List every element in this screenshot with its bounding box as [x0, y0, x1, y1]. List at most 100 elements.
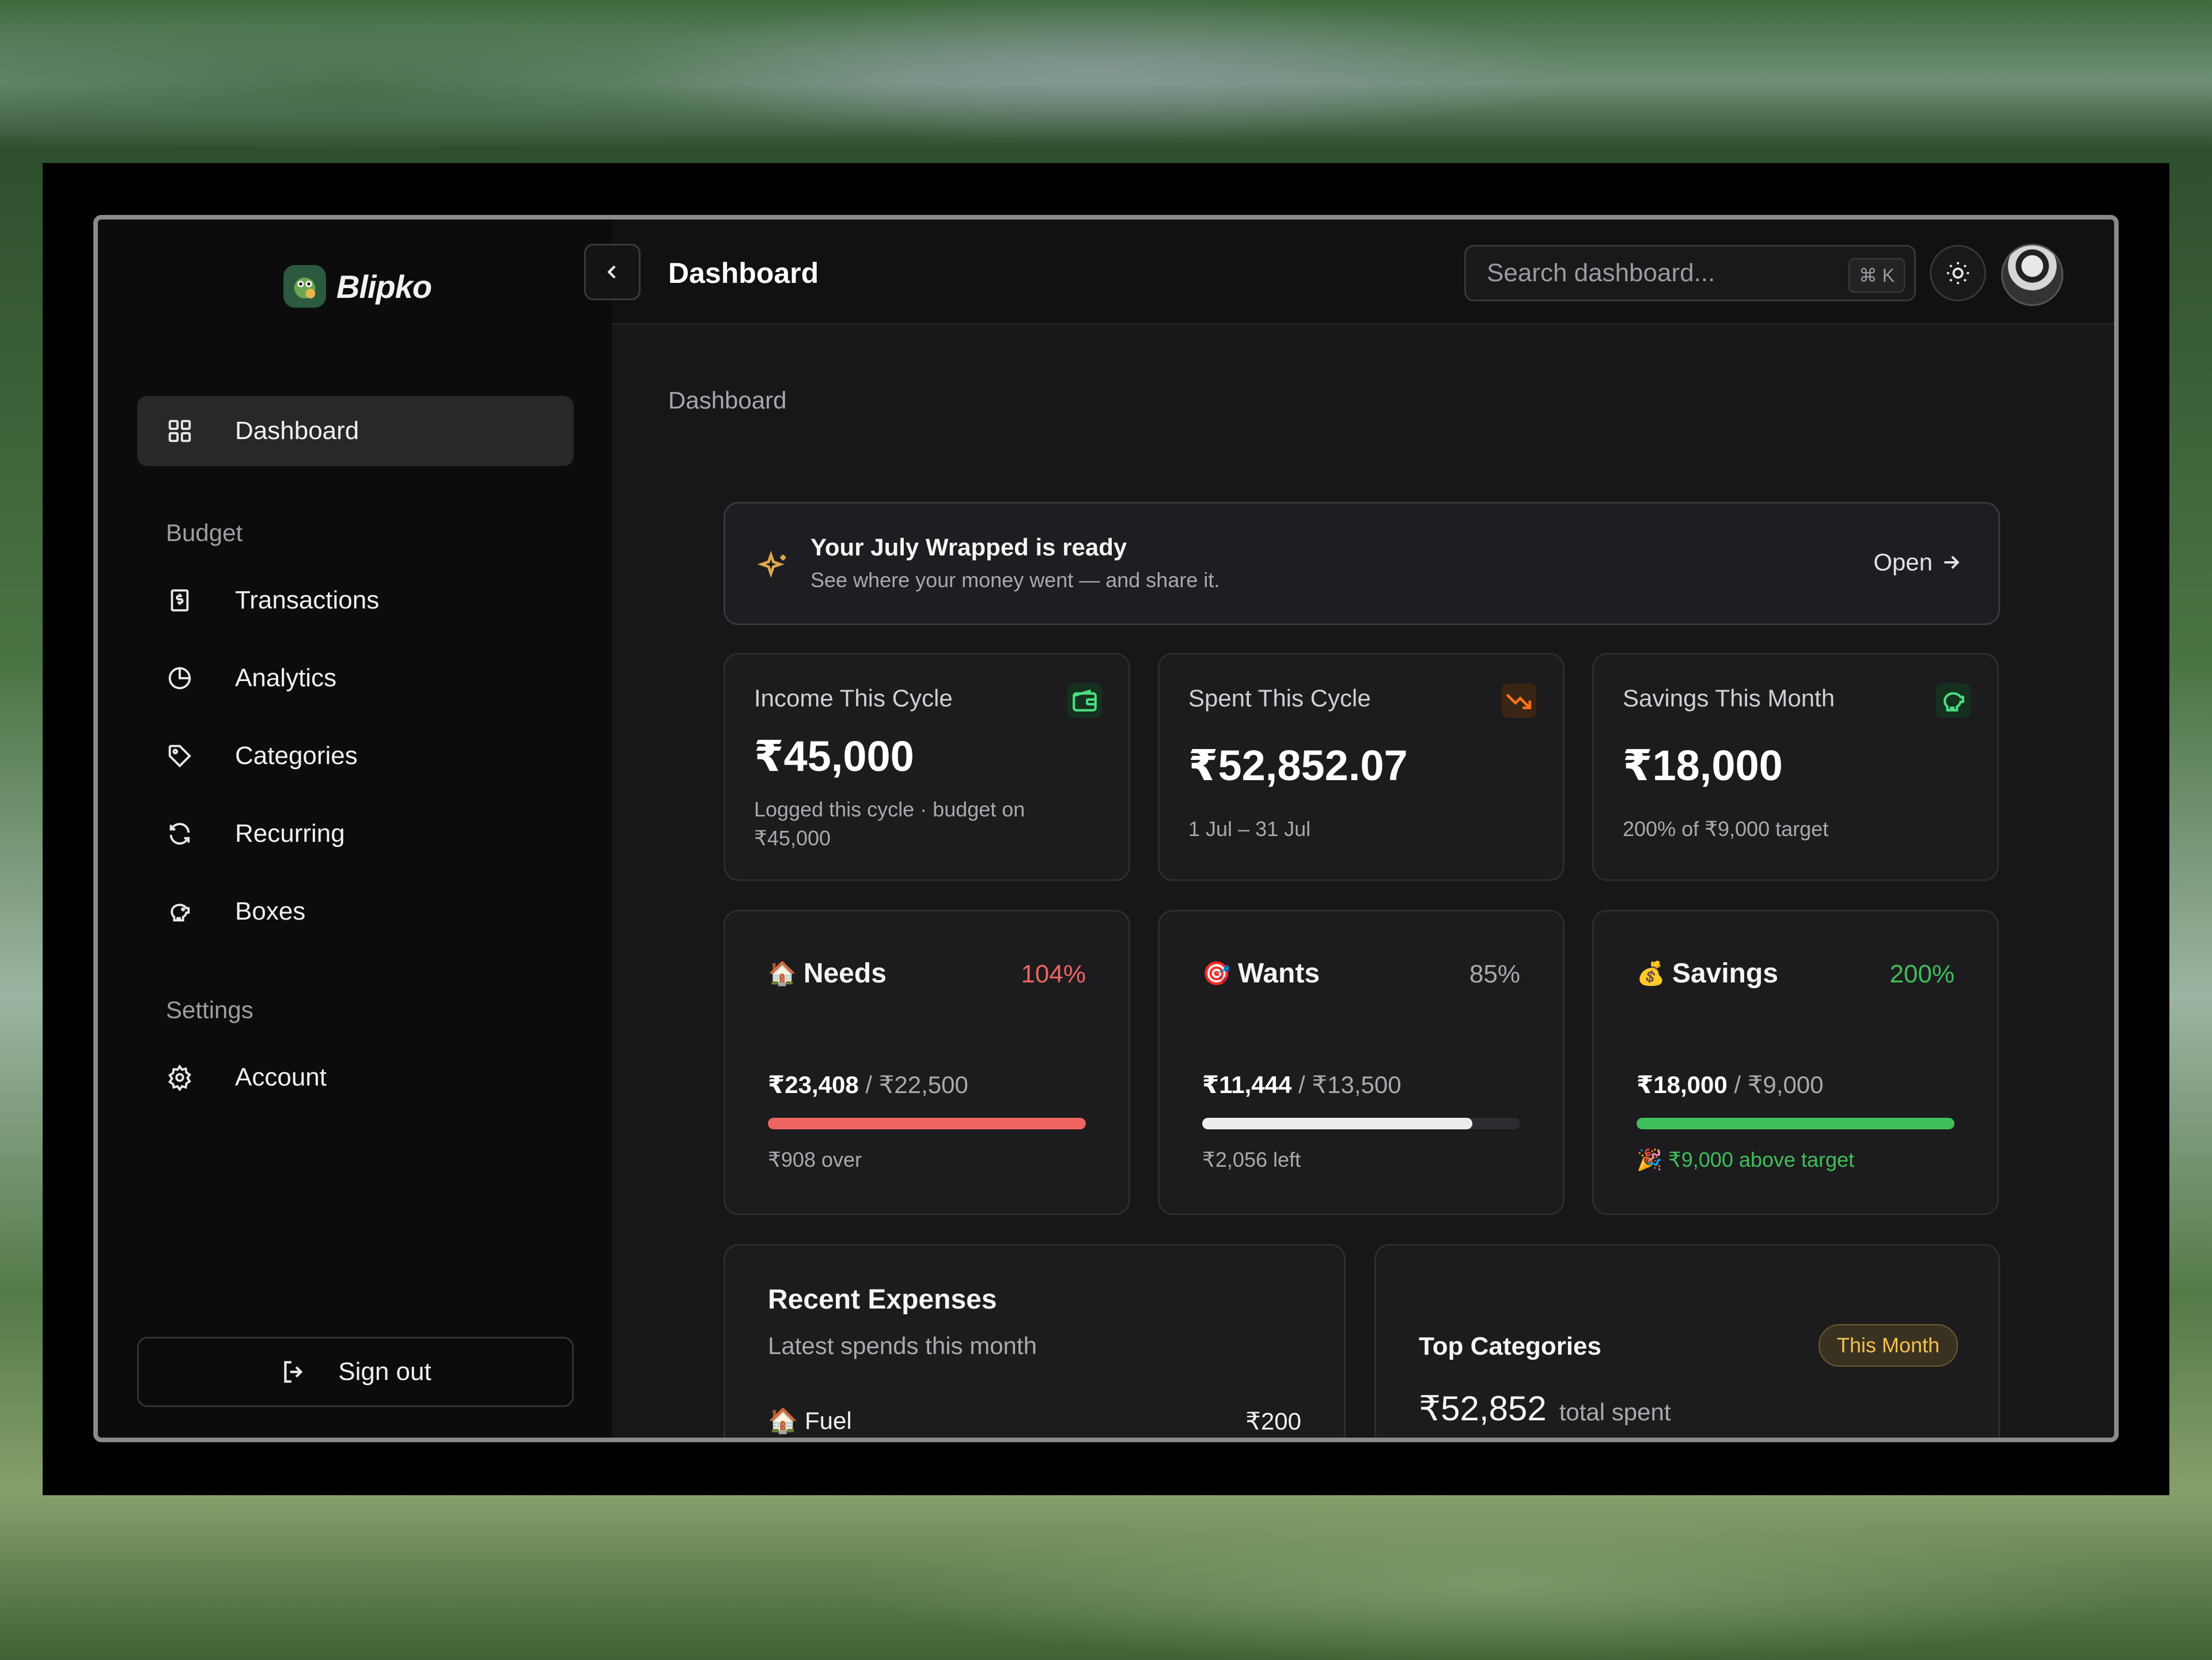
section-label-budget: Budget [166, 519, 243, 546]
sidebar-item-label: Recurring [235, 819, 345, 848]
chevron-left-icon [607, 265, 616, 279]
sidebar-item-label: Dashboard [235, 417, 359, 445]
budget-note-text: ₹9,000 above target [1668, 1148, 1854, 1171]
grid-icon [166, 417, 194, 445]
sidebar-item-dashboard[interactable]: Dashboard [137, 396, 574, 466]
stat-note: 1 Jul – 31 Jul [1188, 817, 1311, 841]
budget-progress-bar [768, 1118, 1086, 1129]
sparkles-icon [757, 551, 786, 578]
stat-title: Income This Cycle [754, 685, 953, 712]
refresh-icon [166, 820, 194, 848]
budget-limit: ₹22,500 [878, 1071, 968, 1098]
app-window: Blipko Dashboard Budget Transactions Ana… [93, 215, 2119, 1442]
expense-name-group: 🏠 Fuel [768, 1407, 852, 1435]
sidebar: Blipko Dashboard Budget Transactions Ana… [98, 220, 612, 1438]
wants-budget-card[interactable]: 🎯 Wants 85% ₹11,444 / ₹13,500 ₹2,056 lef… [1158, 910, 1565, 1215]
period-badge[interactable]: This Month [1818, 1324, 1958, 1367]
budget-percent: 200% [1889, 960, 1955, 988]
budget-limit: ₹13,500 [1312, 1071, 1402, 1098]
receipt-icon [166, 587, 194, 614]
recent-expenses-title: Recent Expenses [768, 1284, 997, 1315]
list-item[interactable]: 🏠 Fuel ₹200 [768, 1407, 1301, 1435]
total-spent-value: ₹52,852 [1419, 1389, 1547, 1428]
piggy-bank-icon [166, 898, 194, 925]
expense-name: Fuel [804, 1407, 852, 1434]
app-name: Blipko [336, 268, 432, 305]
sidebar-item-analytics[interactable]: Analytics [137, 643, 574, 713]
section-label-settings: Settings [166, 996, 253, 1023]
budget-percent: 104% [1021, 960, 1086, 988]
budget-label: Needs [803, 958, 887, 989]
house-icon: 🏠 [768, 1407, 798, 1434]
stat-note: Logged this cycle · budget on ₹45,000 [754, 797, 1025, 850]
banner-subtitle: See where your money went — and share it… [810, 568, 1220, 592]
budget-note: ₹2,056 left [1202, 1148, 1301, 1171]
wrapped-banner[interactable]: Your July Wrapped is ready See where you… [724, 502, 2000, 625]
budget-heading: 💰 Savings [1637, 958, 1778, 989]
page-title: Dashboard [668, 257, 819, 289]
collapse-sidebar-button[interactable] [584, 244, 641, 300]
budget-label: Wants [1237, 958, 1320, 989]
spent-card: Spent This Cycle ₹52,852.07 1 Jul – 31 J… [1158, 653, 1565, 881]
budget-spent: ₹18,000 [1637, 1071, 1728, 1098]
income-card: Income This Cycle ₹45,000 Logged this cy… [724, 653, 1130, 881]
sidebar-item-transactions[interactable]: Transactions [137, 565, 574, 636]
wallet-icon [1067, 683, 1102, 718]
stat-title: Savings This Month [1623, 685, 1835, 712]
budget-amount: ₹11,444 / ₹13,500 [1202, 1071, 1402, 1098]
app-logo-icon [283, 265, 326, 308]
budget-progress-bar [1637, 1118, 1955, 1129]
budget-amount: ₹18,000 / ₹9,000 [1637, 1071, 1824, 1098]
avatar[interactable] [2001, 244, 2063, 306]
budget-progress-fill [768, 1118, 1086, 1129]
breadcrumb[interactable]: Dashboard [668, 387, 786, 414]
budget-label: Savings [1672, 958, 1778, 989]
sign-out-button[interactable]: Sign out [137, 1337, 574, 1407]
budget-limit: ₹9,000 [1747, 1071, 1824, 1098]
arrow-right-icon [1944, 555, 1960, 569]
total-spent: ₹52,852 total spent [1419, 1389, 1671, 1429]
sign-out-label: Sign out [338, 1358, 431, 1386]
expense-amount: ₹200 [1245, 1408, 1301, 1435]
top-categories-title: Top Categories [1419, 1332, 1602, 1360]
top-bar: Dashboard Search dashboard... ⌘ K [584, 220, 2114, 325]
log-out-icon [284, 1361, 303, 1383]
budget-amount: ₹23,408 / ₹22,500 [768, 1071, 968, 1098]
recent-expenses-subtitle: Latest spends this month [768, 1332, 1037, 1359]
sidebar-item-recurring[interactable]: Recurring [137, 799, 574, 869]
savings-budget-card[interactable]: 💰 Savings 200% ₹18,000 / ₹9,000 🎉 ₹9,000… [1592, 910, 1999, 1215]
brand[interactable]: Blipko [283, 262, 432, 311]
banner-open-link[interactable]: Open [1873, 549, 1963, 576]
search-placeholder: Search dashboard... [1487, 259, 1715, 287]
sidebar-item-boxes[interactable]: Boxes [137, 876, 574, 947]
sidebar-item-label: Account [235, 1063, 327, 1091]
stat-value: ₹52,852.07 [1188, 742, 1408, 789]
budget-heading: 🏠 Needs [768, 958, 887, 989]
budget-spent: ₹23,408 [768, 1071, 859, 1098]
top-categories-card: Top Categories This Month ₹52,852 total s… [1374, 1244, 2000, 1438]
gear-icon [166, 1064, 194, 1091]
sidebar-item-label: Categories [235, 742, 358, 770]
piggy-bank-icon [1936, 683, 1971, 718]
banner-title: Your July Wrapped is ready [810, 534, 1127, 561]
search-input[interactable]: Search dashboard... ⌘ K [1464, 245, 1916, 301]
tag-icon [166, 742, 194, 770]
money-bag-icon: 💰 [1637, 961, 1665, 986]
budget-heading: 🎯 Wants [1202, 958, 1320, 989]
banner-open-label: Open [1873, 549, 1933, 576]
house-icon: 🏠 [768, 961, 797, 986]
needs-budget-card[interactable]: 🏠 Needs 104% ₹23,408 / ₹22,500 ₹908 over [724, 910, 1130, 1215]
budget-progress-fill [1202, 1118, 1473, 1129]
savings-card: Savings This Month ₹18,000 200% of ₹9,00… [1592, 653, 1999, 881]
search-shortcut-badge: ⌘ K [1848, 258, 1905, 293]
stat-note: 200% of ₹9,000 target [1623, 817, 1829, 841]
stat-value: ₹45,000 [754, 732, 914, 780]
sidebar-item-categories[interactable]: Categories [137, 721, 574, 791]
budget-progress-bar [1202, 1118, 1520, 1129]
sidebar-item-label: Boxes [235, 897, 306, 925]
budget-progress-fill [1637, 1118, 1955, 1129]
theme-toggle-button[interactable] [1930, 245, 1986, 301]
sidebar-item-account[interactable]: Account [137, 1042, 574, 1113]
pie-chart-icon [166, 664, 194, 692]
trending-down-icon [1502, 683, 1536, 718]
